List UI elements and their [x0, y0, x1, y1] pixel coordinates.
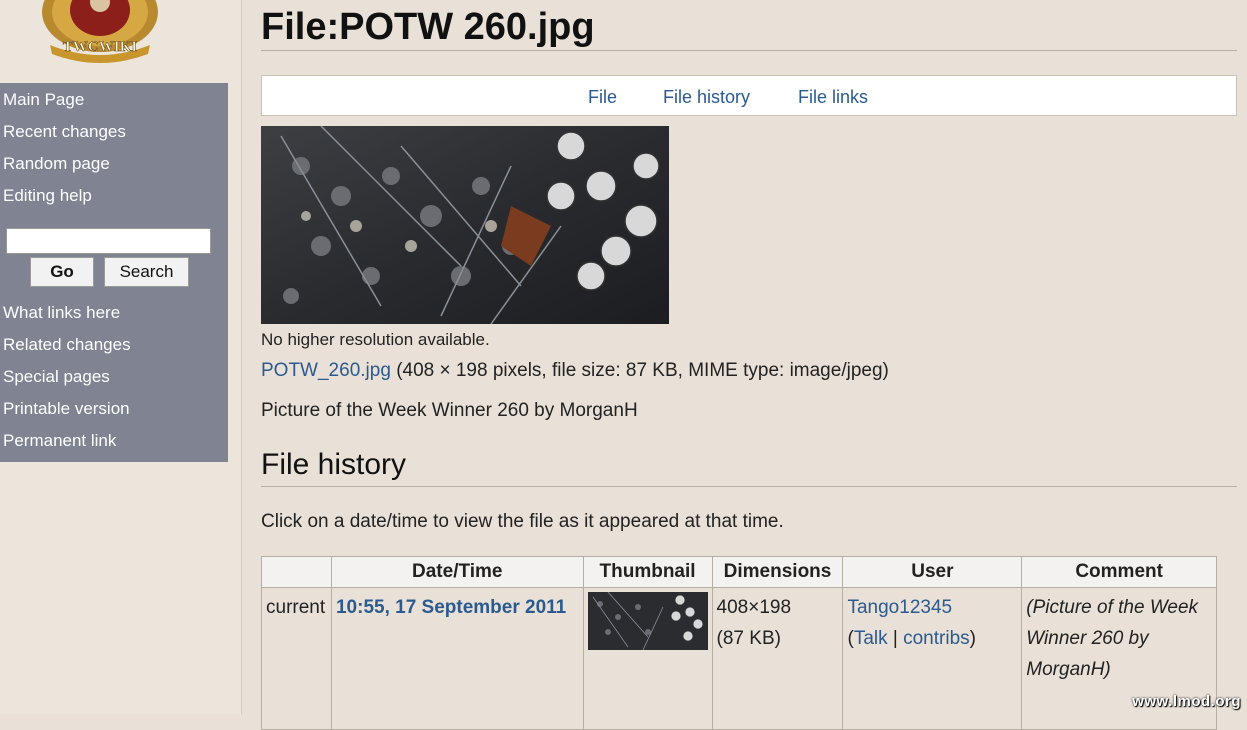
user-link[interactable]: Tango12345 — [847, 597, 952, 618]
table-header-row: Date/Time Thumbnail Dimensions User Comm… — [261, 556, 1217, 588]
file-info: (408 × 198 pixels, file size: 87 KB, MIM… — [396, 360, 889, 381]
watermark: www.lmod.org — [1132, 693, 1241, 710]
go-button[interactable]: Go — [30, 257, 94, 287]
search-button[interactable]: Search — [104, 257, 189, 287]
nav-editing-help[interactable]: Editing help — [3, 186, 92, 206]
header-status — [261, 556, 332, 588]
content-area: File:POTW 260.jpg File File history File… — [241, 0, 1247, 730]
file-description: Picture of the Week Winner 260 by Morgan… — [261, 400, 638, 421]
toolbox-related-changes[interactable]: Related changes — [3, 335, 131, 355]
file-info-line: POTW_260.jpg (408 × 198 pixels, file siz… — [261, 360, 889, 382]
row-thumbnail-cell — [582, 587, 713, 730]
tab-file-history[interactable]: File history — [663, 87, 750, 108]
nav-recent-changes[interactable]: Recent changes — [3, 122, 126, 142]
history-intro: Click on a date/time to view the file as… — [261, 511, 784, 532]
header-thumbnail: Thumbnail — [582, 556, 713, 588]
file-tabs-bar: File File history File links — [261, 75, 1237, 116]
row-size: (87 KB) — [716, 628, 781, 649]
title-divider — [261, 50, 1237, 51]
twcwiki-logo[interactable]: TWCWIKI — [30, 0, 170, 70]
header-user: User — [842, 556, 1023, 588]
file-history-heading: File history — [261, 448, 407, 481]
history-divider — [261, 486, 1237, 487]
file-image[interactable] — [261, 126, 669, 324]
toolbox-printable-version[interactable]: Printable version — [3, 399, 130, 419]
toolbox-special-pages[interactable]: Special pages — [3, 367, 110, 387]
sidebar: TWCWIKI Main Page Recent changes Random … — [0, 0, 242, 714]
search-input[interactable] — [6, 228, 211, 254]
file-link[interactable]: POTW_260.jpg — [261, 360, 391, 381]
row-user-cell: Tango12345 (Talk | contribs) — [842, 587, 1023, 730]
table-row: current 10:55, 17 September 2011 408×198… — [261, 587, 1217, 730]
header-comment: Comment — [1021, 556, 1217, 588]
file-history-table: Date/Time Thumbnail Dimensions User Comm… — [261, 556, 1217, 730]
contribs-link[interactable]: contribs — [903, 628, 970, 649]
row-status: current — [261, 587, 332, 730]
datetime-link[interactable]: 10:55, 17 September 2011 — [336, 597, 566, 618]
row-dimensions-cell: 408×198 (87 KB) — [711, 587, 844, 730]
tab-file[interactable]: File — [588, 87, 617, 108]
tab-file-links[interactable]: File links — [798, 87, 868, 108]
nav-random-page[interactable]: Random page — [3, 154, 110, 174]
header-dimensions: Dimensions — [711, 556, 844, 588]
header-datetime: Date/Time — [330, 556, 584, 588]
row-dimensions: 408×198 — [716, 597, 792, 618]
logo-text: TWCWIKI — [63, 39, 137, 55]
no-higher-resolution-text: No higher resolution available. — [261, 330, 490, 349]
toolbox-what-links-here[interactable]: What links here — [3, 303, 120, 323]
page-title: File:POTW 260.jpg — [261, 6, 595, 48]
row-datetime-cell: 10:55, 17 September 2011 — [330, 587, 584, 730]
toolbox-permanent-link[interactable]: Permanent link — [3, 431, 116, 451]
history-thumbnail[interactable] — [587, 592, 708, 650]
talk-link[interactable]: Talk — [854, 628, 888, 649]
nav-main-page[interactable]: Main Page — [3, 90, 84, 110]
